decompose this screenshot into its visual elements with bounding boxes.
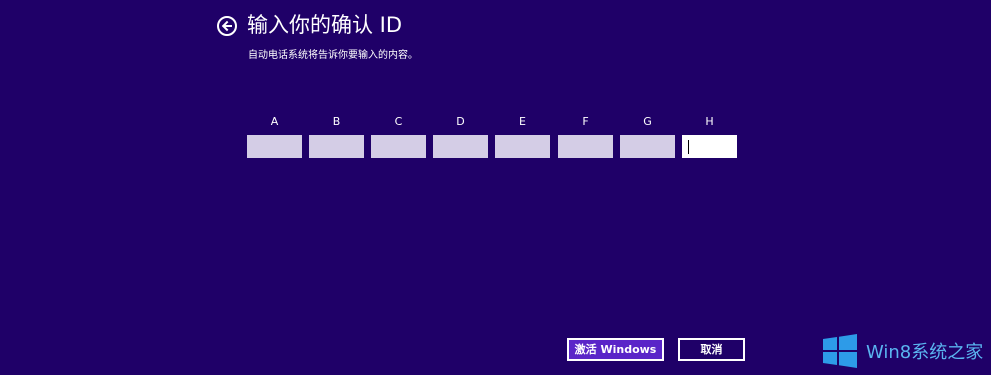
back-button[interactable] <box>217 16 237 36</box>
cancel-button[interactable]: 取消 <box>678 338 745 361</box>
id-field-label: C <box>394 115 403 128</box>
id-field-input-h[interactable] <box>682 135 737 158</box>
id-field-group-h: H <box>682 115 737 158</box>
confirmation-id-page: 输入你的确认 ID 自动电话系统将告诉你要输入的内容。 A B C D E F … <box>0 0 991 375</box>
id-field-label: H <box>705 115 714 128</box>
arrow-left-icon <box>221 20 232 32</box>
activate-windows-button[interactable]: 激活 Windows <box>567 338 664 361</box>
id-field-input-a[interactable] <box>247 135 302 158</box>
id-field-label: E <box>519 115 526 128</box>
watermark-text: Win8系统之家 <box>866 342 984 363</box>
watermark: Win8系统之家 <box>822 331 983 371</box>
id-field-input-f[interactable] <box>558 135 613 158</box>
text-caret <box>688 140 689 154</box>
id-field-input-c[interactable] <box>371 135 426 158</box>
id-field-group-g: G <box>620 115 675 158</box>
id-field-label: B <box>332 115 341 128</box>
id-field-group-c: C <box>371 115 426 158</box>
id-field-input-b[interactable] <box>309 135 364 158</box>
id-field-label: F <box>582 115 589 128</box>
id-field-input-g[interactable] <box>620 135 675 158</box>
id-field-input-d[interactable] <box>433 135 488 158</box>
id-field-group-a: A <box>247 115 302 158</box>
id-field-label: G <box>643 115 652 128</box>
page-subtitle: 自动电话系统将告诉你要输入的内容。 <box>248 50 418 61</box>
id-field-label: A <box>270 115 279 128</box>
id-field-group-d: D <box>433 115 488 158</box>
id-field-input-e[interactable] <box>495 135 550 158</box>
id-field-group-f: F <box>558 115 613 158</box>
id-field-label: D <box>456 115 465 128</box>
id-field-group-b: B <box>309 115 364 158</box>
windows-logo-icon <box>823 334 857 368</box>
id-field-group-e: E <box>495 115 550 158</box>
page-title: 输入你的确认 ID <box>247 13 403 37</box>
